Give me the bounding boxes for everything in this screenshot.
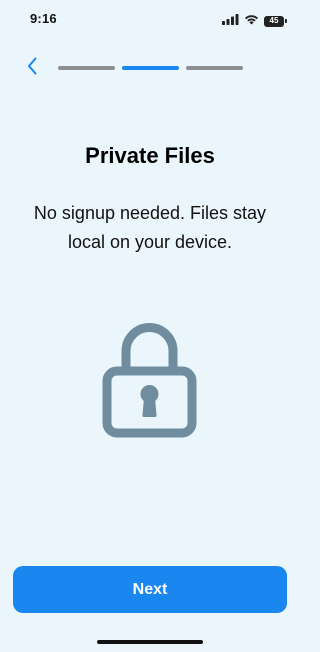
progress-segment-2 [122,66,179,70]
chevron-left-icon [27,57,37,80]
home-indicator [97,640,203,644]
next-button[interactable]: Next [13,566,287,613]
page-subtitle: No signup needed. Files stay local on yo… [33,203,267,252]
status-time: 9:16 [30,11,57,26]
battery-level: 45 [269,16,279,25]
wifi-icon [244,12,259,30]
back-button[interactable] [22,56,42,80]
battery-icon: 45 [264,15,287,27]
status-icons: 45 [222,12,287,30]
progress-indicator [58,66,243,70]
page-title: Private Files [85,143,215,168]
cellular-signal-icon [222,12,239,30]
lock-icon [101,314,198,439]
onboarding-screen: 9:16 45 Private Files No signup needed. … [0,0,300,652]
progress-segment-1 [58,66,115,70]
status-bar: 9:16 45 [0,0,300,38]
progress-segment-3 [186,66,243,70]
onboarding-nav [0,56,300,80]
